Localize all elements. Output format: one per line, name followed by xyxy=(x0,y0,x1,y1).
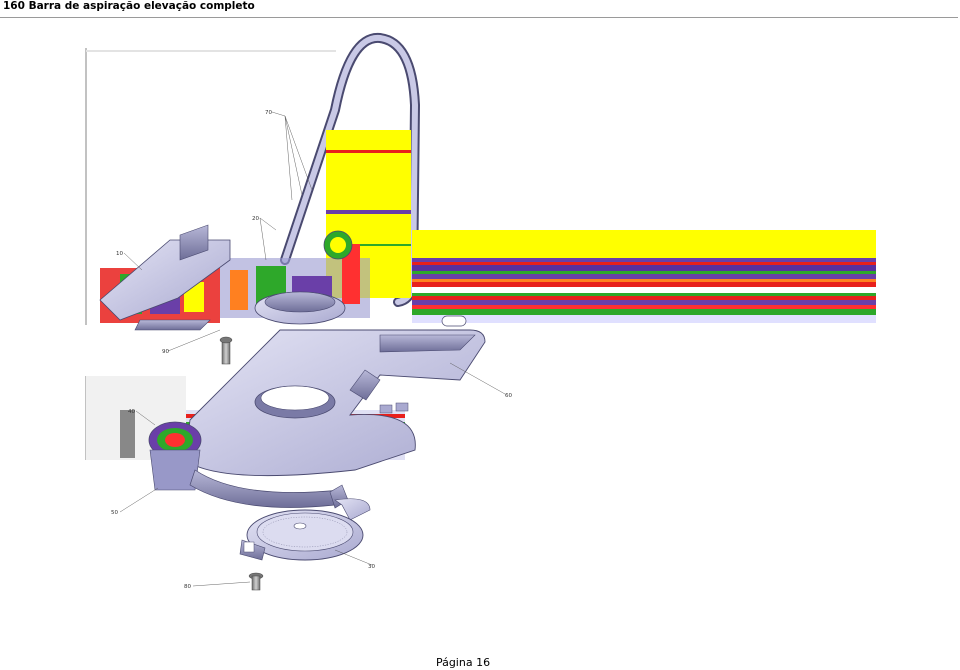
callout-30: 30 xyxy=(368,564,375,570)
callout-10: 10 xyxy=(116,251,123,257)
title-divider xyxy=(0,17,958,18)
callout-90: 90 xyxy=(162,349,169,355)
callout-60: 60 xyxy=(505,393,512,399)
part-90-screw xyxy=(219,336,233,365)
callout-40: 40 xyxy=(128,409,135,415)
page-title: 160 Barra de aspiração elevação completo xyxy=(3,0,255,12)
callout-20: 20 xyxy=(252,216,259,222)
exploded-view-drawing: 70 20 10 90 60 40 50 30 80 xyxy=(80,30,880,600)
part-80-screw xyxy=(248,572,264,591)
callout-50: 50 xyxy=(111,510,118,516)
exploded-view-svg: 70 20 10 90 60 40 50 30 80 xyxy=(85,32,876,591)
callout-80: 80 xyxy=(184,584,191,590)
frame-edge xyxy=(86,50,336,52)
callout-70: 70 xyxy=(265,110,272,116)
page-number: Página 16 xyxy=(435,656,491,669)
page-footer: Página 16 xyxy=(0,656,960,669)
